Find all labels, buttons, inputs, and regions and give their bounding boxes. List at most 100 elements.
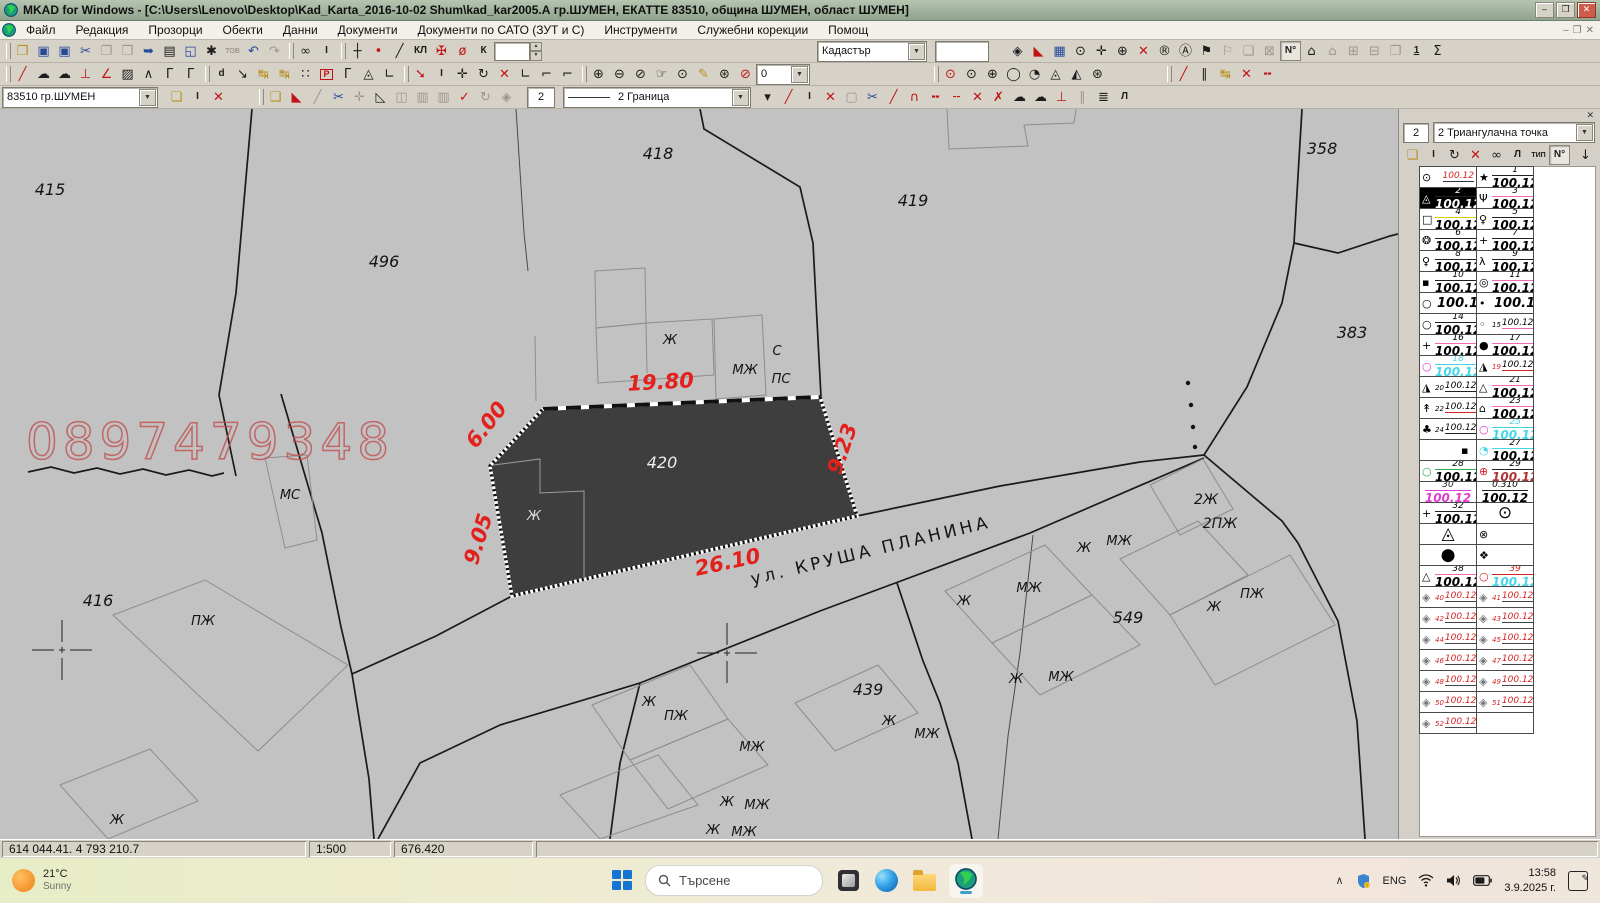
down-arrow-icon-button[interactable]: ↓ [1575,145,1596,165]
erase-object-icon-button[interactable]: ◈ [496,87,517,107]
zoom-in-icon-button[interactable]: ⊕ [588,64,609,84]
measure-flash1-icon-button[interactable]: ↹ [253,64,274,84]
new-layer-icon-button[interactable]: ❏ [166,87,187,107]
delete4-icon-button[interactable]: ✕ [820,87,841,107]
chevron-down-icon[interactable]: ▼ [139,89,156,106]
copy-object-icon-button[interactable]: ❏ [1238,41,1259,61]
point-symbol-entry-43[interactable]: ◈42100.12 [1420,608,1477,629]
zoom-level-select[interactable]: 0▼ [756,64,810,85]
menu-item-10[interactable]: Помощ [818,21,878,39]
k-icon-button[interactable]: К [473,41,494,61]
dash1-icon-button[interactable]: ╍ [925,87,946,107]
point-symbol-entry-37[interactable]: ● [1420,545,1477,566]
area-icon-button[interactable]: Ⓐ [1175,41,1196,61]
red-segment-icon-button[interactable]: ➘ [410,64,431,84]
battery-icon[interactable] [1473,875,1492,886]
polyline2-icon-button[interactable]: ⌐ [557,64,578,84]
pan-hand-icon-button[interactable]: ☞ [651,64,672,84]
polyline1-icon-button[interactable]: ⌐ [536,64,557,84]
parallel-icon-button[interactable]: ∥ [1072,87,1093,107]
perpendicular-icon-button[interactable]: ⊥ [75,64,96,84]
italic2-icon-button[interactable]: I [431,64,452,84]
point-symbol-entry-27[interactable]: ▪ [1420,440,1477,461]
move2-icon-button[interactable]: ✛ [452,64,473,84]
weather-widget[interactable]: 21°C Sunny [12,868,71,893]
cloud2-icon-button[interactable]: ☁ [54,64,75,84]
map-canvas[interactable]: 415496418419358383416439549420ЖМЖСПСМСПЖ… [0,109,1398,839]
menu-item-9[interactable]: Служебни корекции [687,21,818,39]
pointer-select-icon-button[interactable]: ◣ [1028,41,1049,61]
delete-symbol-icon-button[interactable]: ✕ [1465,145,1486,165]
taskbar-app-edge[interactable] [873,868,899,894]
point-symbol-entry-44[interactable]: ◈43100.12 [1477,608,1534,629]
point-symbol-entry-30[interactable]: ⊕29100.12 [1477,461,1534,482]
point-symbol-entry-36[interactable]: ⊗ [1477,524,1534,545]
layers-icon-button[interactable]: ❐ [1385,41,1406,61]
point-symbol-entry-18[interactable]: ●17100.12 [1477,335,1534,356]
point-symbol-entry-39[interactable]: △38100.12 [1420,566,1477,587]
check-object-icon-button[interactable]: ✓ [454,87,475,107]
circle-style4-icon-button[interactable]: ◯ [1003,64,1024,84]
cut2-icon-button[interactable]: ✂ [862,87,883,107]
point-symbol-entry-6[interactable]: ♀5100.12 [1477,209,1534,230]
cells-add-icon-button[interactable]: ⊟ [1364,41,1385,61]
mdi-window-controls[interactable]: –❐✕ [1563,25,1600,36]
select-object-icon-button[interactable]: ◣ [286,87,307,107]
circle-style7-icon-button[interactable]: ◭ [1066,64,1087,84]
point-symbol-entry-53[interactable]: ◈52100.12 [1420,713,1477,734]
menu-item-2[interactable]: Редакция [66,21,139,39]
point-symbol-entry-35[interactable]: ◬ [1420,524,1477,545]
triangle-move-icon-button[interactable]: ◬ [358,64,379,84]
import-icon-button[interactable]: ➥ [138,41,159,61]
point-symbol-entry-19[interactable]: ○18100.12 [1420,356,1477,377]
point-symbol-entry-1[interactable]: ⊙100.12 [1420,167,1477,188]
point-symbol-entry-21[interactable]: ◮20100.12 [1420,377,1477,398]
lines-arrow-icon-button[interactable]: Л [1114,87,1135,107]
wifi-icon[interactable] [1418,874,1434,887]
point-symbol-entry-47[interactable]: ◈46100.12 [1420,650,1477,671]
point-symbol-entry-15[interactable]: ○14100.12 [1420,314,1477,335]
tip-icon-button[interactable]: ТИП [1528,145,1549,165]
taskbar-app-explorer[interactable] [911,868,937,894]
segment-point-icon-button[interactable]: ╱ [883,87,904,107]
point-icon-button[interactable]: • [368,41,389,61]
circle-style1-icon-button[interactable]: ⊙ [940,64,961,84]
undo-icon-button[interactable]: ↶ [243,41,264,61]
one-icon-button[interactable]: 1 [1406,41,1427,61]
delete2-icon-button[interactable]: ✕ [494,64,515,84]
hatch-angle-icon-button[interactable]: ▨ [117,64,138,84]
taskbar-app-mkad-active[interactable] [949,864,983,898]
corner1-icon-button[interactable]: ∧ [138,64,159,84]
chevron-down-icon[interactable]: ▼ [732,89,749,106]
cloud-icon-button[interactable]: ☁ [33,64,54,84]
rotate-object-icon-button[interactable]: ↻ [475,87,496,107]
box-icon-button[interactable]: ▢ [841,87,862,107]
italic4-icon-button[interactable]: I [799,87,820,107]
symbol-type-select[interactable]: 2 Триангулачна точка ▼ [1433,122,1595,143]
find-icon-button[interactable]: ∞ [295,41,316,61]
points-grid-icon-button[interactable]: ∷ [295,64,316,84]
d-point-icon-button[interactable]: d [211,64,232,84]
corner-l-icon-button[interactable]: ∟ [515,64,536,84]
point-symbol-entry-32[interactable]: 0.310100.12 [1477,482,1534,503]
tob-icon-button[interactable]: ТОВ [222,41,243,61]
point-symbol-entry-51[interactable]: ◈50100.12 [1420,692,1477,713]
maximize-button[interactable]: ❐ [1556,2,1575,18]
point-symbol-entry-29[interactable]: ○28100.12 [1420,461,1477,482]
point-symbol-entry-48[interactable]: ◈47100.12 [1477,650,1534,671]
rotate-symbol-icon-button[interactable]: ↻ [1444,145,1465,165]
print-icon-button[interactable]: ▤ [159,41,180,61]
measure-line-icon-button[interactable]: ╱ [389,41,410,61]
split-arrow-icon-button[interactable]: ↘ [232,64,253,84]
point-symbol-entry-10[interactable]: λ9100.12 [1477,251,1534,272]
clock-widget[interactable]: 13:58 3.9.2025 г. [1504,866,1556,895]
close-button[interactable]: ✕ [1577,2,1596,18]
measure-flash2-icon-button[interactable]: ↹ [274,64,295,84]
cells-icon-button[interactable]: ⊞ [1343,41,1364,61]
point-symbol-entry-9[interactable]: ♀8100.12 [1420,251,1477,272]
delete-object-icon-button[interactable]: ✕ [1133,41,1154,61]
corner4-icon-button[interactable]: Γ [337,64,358,84]
flag-icon-button[interactable]: ⚑ [1196,41,1217,61]
cloud4-icon-button[interactable]: ☁ [1030,87,1051,107]
circle-style3-icon-button[interactable]: ⊕ [982,64,1003,84]
